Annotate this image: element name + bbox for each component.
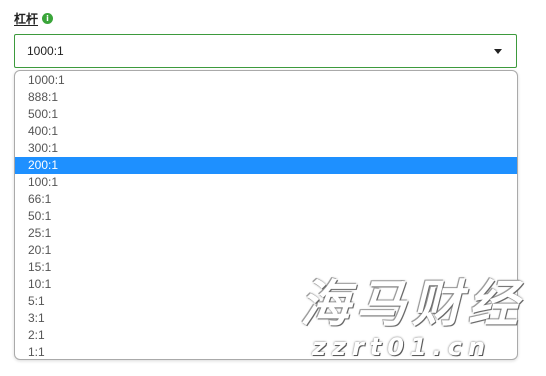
dropdown-option[interactable]: 15:1: [15, 259, 517, 276]
dropdown-option[interactable]: 66:1: [15, 191, 517, 208]
dropdown-option[interactable]: 25:1: [15, 225, 517, 242]
leverage-label: 杠杆: [14, 12, 39, 26]
dropdown-option[interactable]: 300:1: [15, 140, 517, 157]
caret-down-icon[interactable]: [494, 48, 502, 54]
leverage-selected-value: 1000:1: [27, 44, 64, 58]
dropdown-option[interactable]: 50:1: [15, 208, 517, 225]
dropdown-option[interactable]: 1:1: [15, 344, 517, 359]
dropdown-option[interactable]: 20:1: [15, 242, 517, 259]
dropdown-option[interactable]: 5:1: [15, 293, 517, 310]
dropdown-option[interactable]: 10:1: [15, 276, 517, 293]
info-icon[interactable]: i: [42, 13, 54, 24]
dropdown-option[interactable]: 2:1: [15, 327, 517, 344]
options-container: 1000:1 888:1 500:1 400:1 300:1 200:1 100:1 66:1…: [15, 72, 517, 359]
leverage-dropdown-list[interactable]: 1000:1 888:1 500:1 400:1 300:1 200:1 100:1 66:1…: [14, 70, 518, 360]
dropdown-option[interactable]: 100:1: [15, 174, 517, 191]
dropdown-option[interactable]: 400:1: [15, 123, 517, 140]
leverage-form: 杠杆 i 1000:1 1000:1 888:1 500:1 400:1 300:1 20…: [0, 0, 546, 376]
leverage-select[interactable]: 1000:1: [14, 34, 517, 68]
dropdown-option[interactable]: 500:1: [15, 106, 517, 123]
dropdown-option[interactable]: 1000:1: [15, 72, 517, 89]
dropdown-option[interactable]: 200:1: [15, 157, 517, 174]
leverage-label-row: 杠杆 i: [14, 10, 54, 27]
dropdown-option[interactable]: 888:1: [15, 89, 517, 106]
dropdown-option[interactable]: 3:1: [15, 310, 517, 327]
